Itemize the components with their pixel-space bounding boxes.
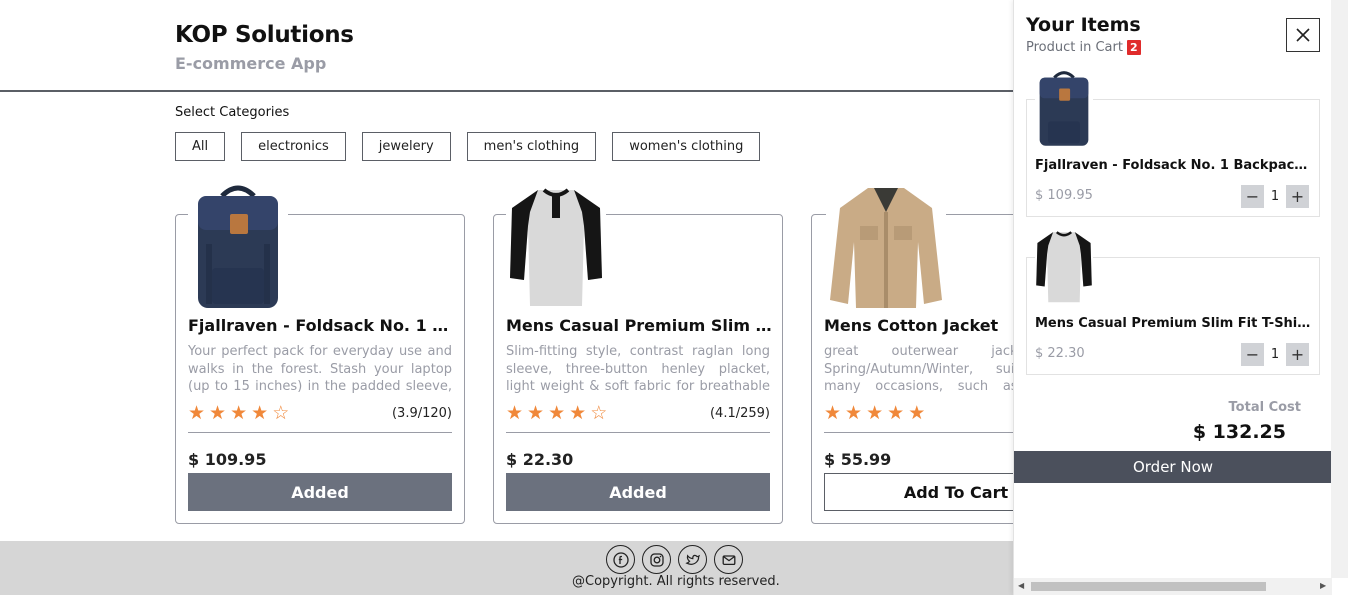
- product-card: Fjallraven - Foldsack No. 1 Backpack, Fi…: [175, 182, 465, 524]
- cart-item-price: $ 22.30: [1035, 346, 1085, 361]
- quantity-stepper: − 1 +: [1241, 185, 1309, 208]
- quantity-value: 1: [1270, 347, 1280, 362]
- star-filled-icon: ★: [866, 402, 884, 424]
- star-filled-icon: ★: [548, 402, 566, 424]
- cart-item: Mens Casual Premium Slim Fit T-Shirts $ …: [1026, 226, 1320, 375]
- star-empty-icon: ☆: [272, 402, 290, 424]
- cart-title: Your Items: [1026, 14, 1141, 36]
- product-image-jacket: [826, 182, 946, 310]
- vertical-scrollbar[interactable]: [1331, 0, 1348, 578]
- category-jewelery-button[interactable]: jewelery: [361, 132, 451, 161]
- cart-item-image-tshirt: [1035, 226, 1093, 306]
- star-filled-icon: ★: [251, 402, 269, 424]
- quantity-stepper: − 1 +: [1241, 343, 1309, 366]
- star-empty-icon: ☆: [590, 402, 608, 424]
- cart-item-name: Mens Casual Premium Slim Fit T-Shirts: [1035, 316, 1313, 331]
- product-image-tshirt: [506, 182, 606, 310]
- star-filled-icon: ★: [569, 402, 587, 424]
- rating-count: (3.9/120): [391, 406, 452, 421]
- product-rating: ★ ★ ★ ★ ☆ (4.1/259): [506, 404, 770, 423]
- star-filled-icon: ★: [908, 402, 926, 424]
- product-name[interactable]: Fjallraven - Foldsack No. 1 Backpack, Fi…: [188, 316, 454, 335]
- product-image-backpack: [188, 182, 288, 310]
- total-cost-label: Total Cost: [1228, 400, 1301, 415]
- quantity-value: 1: [1270, 189, 1280, 204]
- category-filter-bar: All electronics jewelery men's clothing …: [175, 132, 761, 161]
- cart-drawer: Your Items Product in Cart 2 Fjallraven …: [1013, 0, 1348, 595]
- increase-quantity-button[interactable]: +: [1286, 185, 1309, 208]
- rating-stars: ★ ★ ★ ★ ☆: [506, 404, 607, 423]
- product-price: $ 22.30: [506, 450, 574, 469]
- product-price: $ 109.95: [188, 450, 267, 469]
- product-description: Slim-fitting style, contrast raglan long…: [506, 344, 770, 394]
- categories-label: Select Categories: [175, 105, 290, 120]
- product-card: Mens Casual Premium Slim Fit T-Shirts Sl…: [493, 182, 783, 524]
- decrease-quantity-button[interactable]: −: [1241, 185, 1264, 208]
- twitter-icon[interactable]: [678, 545, 707, 574]
- facebook-icon[interactable]: [606, 545, 635, 574]
- instagram-icon[interactable]: [642, 545, 671, 574]
- cart-item-price: $ 109.95: [1035, 188, 1093, 203]
- app-title: KOP Solutions: [175, 22, 354, 48]
- cart-item-image-backpack: [1035, 68, 1093, 148]
- close-icon: [1296, 28, 1310, 42]
- star-filled-icon: ★: [506, 402, 524, 424]
- star-filled-icon: ★: [824, 402, 842, 424]
- star-filled-icon: ★: [527, 402, 545, 424]
- cart-subtitle-text: Product in Cart: [1026, 40, 1123, 55]
- scroll-left-arrow-icon[interactable]: ◀: [1018, 581, 1024, 590]
- cart-item-name: Fjallraven - Foldsack No. 1 Backpack, Fi…: [1035, 158, 1313, 173]
- header-divider: [0, 90, 1013, 92]
- category-electronics-button[interactable]: electronics: [241, 132, 346, 161]
- decrease-quantity-button[interactable]: −: [1241, 343, 1264, 366]
- card-divider: [188, 432, 452, 433]
- star-filled-icon: ★: [188, 402, 206, 424]
- brand: KOP Solutions E-commerce App: [175, 22, 354, 73]
- order-now-button[interactable]: Order Now: [1014, 451, 1332, 483]
- cart-count-badge: 2: [1126, 40, 1141, 55]
- scrollbar-thumb[interactable]: [1031, 582, 1266, 591]
- rating-stars: ★ ★ ★ ★ ★: [824, 404, 925, 423]
- card-divider: [506, 432, 770, 433]
- rating-stars: ★ ★ ★ ★ ☆: [188, 404, 289, 423]
- added-button[interactable]: Added: [506, 473, 770, 511]
- star-filled-icon: ★: [230, 402, 248, 424]
- scroll-right-arrow-icon[interactable]: ▶: [1320, 581, 1326, 590]
- added-button[interactable]: Added: [188, 473, 452, 511]
- page: KOP Solutions E-commerce App Select Cate…: [0, 0, 1348, 595]
- cart-item: Fjallraven - Foldsack No. 1 Backpack, Fi…: [1026, 68, 1320, 217]
- mail-icon[interactable]: [714, 545, 743, 574]
- category-all-button[interactable]: All: [175, 132, 226, 161]
- star-filled-icon: ★: [209, 402, 227, 424]
- product-name[interactable]: Mens Casual Premium Slim Fit T-Shirts: [506, 316, 772, 335]
- social-links: [606, 545, 743, 574]
- category-mens-clothing-button[interactable]: men's clothing: [466, 132, 597, 161]
- cart-subtitle: Product in Cart 2: [1026, 40, 1141, 55]
- star-filled-icon: ★: [887, 402, 905, 424]
- copyright-text: @Copyright. All rights reserved.: [572, 574, 780, 589]
- rating-count: (4.1/259): [709, 406, 770, 421]
- product-description: Your perfect pack for everyday use and w…: [188, 344, 452, 394]
- horizontal-scrollbar[interactable]: ◀ ▶: [1014, 578, 1332, 595]
- total-cost-value: $ 132.25: [1192, 421, 1286, 443]
- product-rating: ★ ★ ★ ★ ☆ (3.9/120): [188, 404, 452, 423]
- product-price: $ 55.99: [824, 450, 892, 469]
- star-filled-icon: ★: [845, 402, 863, 424]
- increase-quantity-button[interactable]: +: [1286, 343, 1309, 366]
- category-womens-clothing-button[interactable]: women's clothing: [612, 132, 761, 161]
- close-cart-button[interactable]: [1286, 18, 1320, 52]
- app-subtitle: E-commerce App: [175, 54, 327, 73]
